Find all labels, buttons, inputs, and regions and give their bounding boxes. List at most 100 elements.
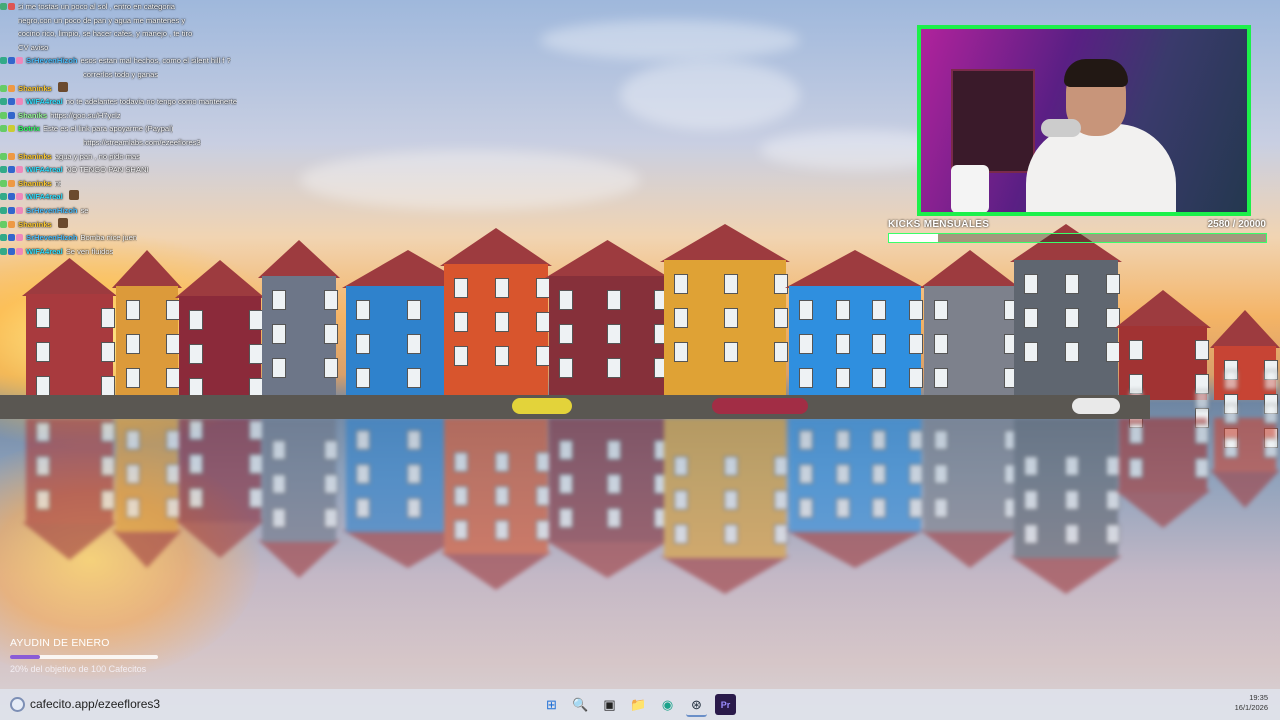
chat-message: SrHevenHizoh se <box>0 204 270 218</box>
house-window <box>606 508 621 528</box>
chat-badges <box>0 177 15 187</box>
premiere-pro-icon-glyph: Pr <box>720 699 731 710</box>
house-window <box>126 334 140 354</box>
house <box>1115 390 1211 528</box>
house-window <box>36 342 50 362</box>
house <box>1010 418 1122 594</box>
house-roof <box>440 552 552 590</box>
house-window <box>126 498 140 518</box>
chat-username[interactable]: Shaninks <box>18 82 52 96</box>
system-clock[interactable]: 19:35 16/1/2026 <box>1235 693 1268 713</box>
badge-icon <box>0 98 7 106</box>
goal-subtitle: 20% del objetivo de 100 Cafecitos <box>10 664 147 674</box>
cafecito-goal-widget: AYUDIN DE ENERO 20% del objetivo de 100 … <box>10 637 180 681</box>
emote-icon <box>57 81 68 92</box>
house-wall <box>179 296 263 400</box>
house-window <box>495 312 509 332</box>
chat-username[interactable]: Shaniks <box>18 109 47 123</box>
task-view-icon[interactable]: ▣ <box>599 694 620 715</box>
chat-badges <box>0 190 23 201</box>
chat-text: si me tostas un poco al sol , entro en c… <box>18 2 193 52</box>
house-window <box>1065 524 1079 544</box>
house <box>258 418 340 578</box>
windows-start-icon[interactable]: ⊞ <box>541 694 562 715</box>
steam-icon[interactable]: ⊛ <box>686 694 707 717</box>
house-window <box>356 430 370 450</box>
badge-icon <box>0 247 7 255</box>
badge-icon <box>8 220 15 228</box>
house <box>920 250 1020 400</box>
house-window <box>674 308 688 328</box>
house-window <box>189 488 203 508</box>
badge-icon <box>0 179 7 187</box>
boat <box>712 398 808 414</box>
house-window <box>934 464 948 484</box>
chat-badges <box>0 82 15 92</box>
house-wall <box>262 276 338 400</box>
house-window <box>1065 274 1079 294</box>
chat-username[interactable]: WIFA4real <box>26 190 63 204</box>
premiere-pro-icon[interactable]: Pr <box>715 694 736 715</box>
house-window <box>126 430 140 450</box>
house <box>785 250 925 400</box>
cafecito-link[interactable]: cafecito.app/ezeeflores3 <box>10 692 170 716</box>
edge-browser-icon[interactable]: ◉ <box>657 694 678 715</box>
badge-icon <box>8 152 15 160</box>
house-wall <box>444 418 550 554</box>
house <box>1210 370 1280 508</box>
chat-username[interactable]: Shaninks <box>18 177 52 191</box>
house-window <box>324 474 338 494</box>
house-window <box>799 300 813 320</box>
house-window <box>872 300 887 320</box>
house-roof <box>545 540 670 578</box>
clock-time: 19:35 <box>1249 693 1268 702</box>
chat-badges <box>0 95 23 106</box>
house-window <box>356 368 370 388</box>
chat-username[interactable]: WIFA4real <box>26 245 63 259</box>
house <box>440 418 552 590</box>
house-window <box>724 456 738 476</box>
house-window <box>126 368 140 388</box>
house-wall <box>444 264 550 400</box>
chat-badges <box>0 163 23 174</box>
house-window <box>1129 340 1143 360</box>
taskbar-apps: ⊞ 🔍 ▣ 📁 ◉ ⊛ Pr <box>541 694 736 717</box>
house-window <box>559 358 573 378</box>
house-window <box>1195 340 1209 360</box>
goal-progress-bar <box>10 655 158 659</box>
house-roof <box>175 260 265 298</box>
house-window <box>606 290 621 310</box>
mug <box>951 165 989 212</box>
badge-icon <box>8 111 15 119</box>
chat-username[interactable]: SrHevenHizoh <box>26 204 77 218</box>
chat-username[interactable]: Shaninks <box>18 150 52 164</box>
search-icon[interactable]: 🔍 <box>570 694 591 715</box>
house-window <box>799 464 813 484</box>
chat-username[interactable]: SrHevenHizoh <box>26 231 77 245</box>
badge-icon <box>0 234 7 242</box>
chat-username[interactable]: SrHevenHizoh <box>26 54 77 68</box>
house-window <box>495 278 509 298</box>
house-window <box>934 368 948 388</box>
chat-username[interactable]: WIFA4real <box>26 163 63 177</box>
house-wall <box>549 418 668 542</box>
house-window <box>559 440 573 460</box>
house-roof <box>660 556 790 594</box>
chat-username[interactable]: WIFA4real <box>26 95 63 109</box>
file-explorer-icon[interactable]: 📁 <box>628 694 649 715</box>
house-window <box>272 474 286 494</box>
house-window <box>407 464 421 484</box>
house-window <box>272 324 286 344</box>
steam-icon-glyph: ⊛ <box>691 696 702 712</box>
house-window <box>356 334 370 354</box>
house-wall <box>789 286 923 400</box>
house <box>175 260 265 400</box>
house-window <box>606 440 621 460</box>
chat-username[interactable]: Botrix <box>18 122 40 136</box>
house <box>22 258 117 400</box>
chat-username[interactable]: Shaninks <box>18 218 52 232</box>
file-explorer-icon-glyph: 📁 <box>630 696 647 712</box>
house-window <box>1065 308 1079 328</box>
house-window <box>36 376 50 396</box>
house-window <box>272 290 286 310</box>
